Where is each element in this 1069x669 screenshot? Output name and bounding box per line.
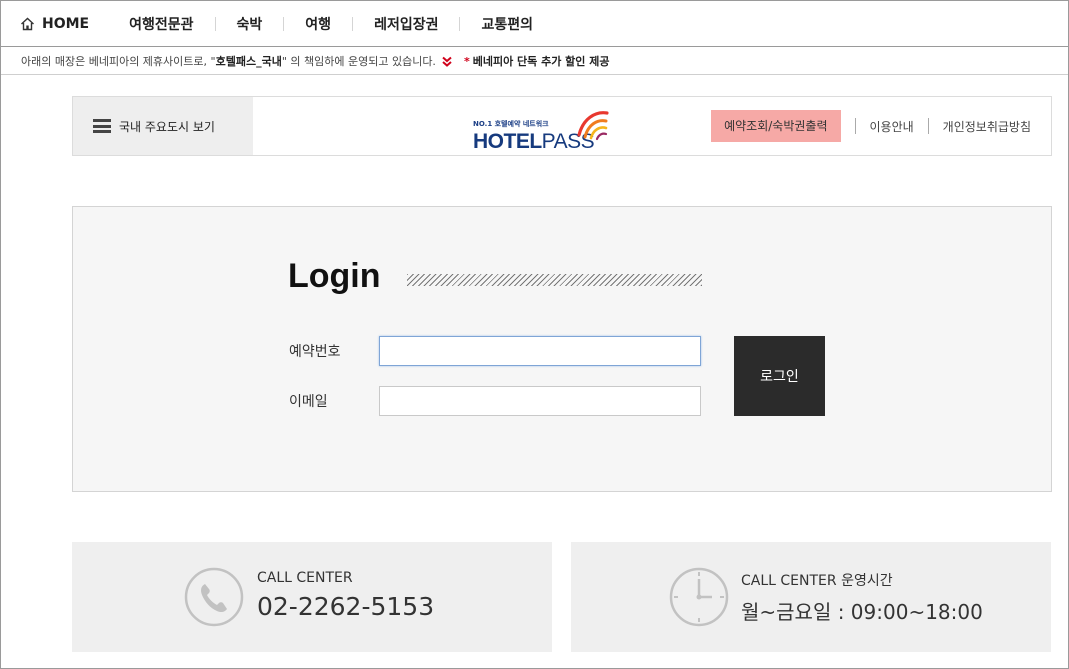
header-link-divider <box>854 118 856 134</box>
nav-divider <box>459 16 461 31</box>
promo-star: * <box>463 54 470 68</box>
nav-item-travel-hall[interactable]: 여행전문관 <box>129 14 193 34</box>
title-hatch-decoration <box>407 274 702 286</box>
header-link-divider <box>927 118 929 134</box>
login-panel: Login 예약번호 이메일 로그인 <box>72 206 1052 492</box>
reservation-number-label: 예약번호 <box>289 344 341 360</box>
top-navigation: HOME 여행전문관 숙박 여행 레저입장권 교통편의 <box>1 1 1068 47</box>
notice-site-name: 호텔패스_국내 <box>215 55 282 68</box>
hamburger-menu-icon <box>93 119 111 133</box>
double-chevron-down-icon[interactable] <box>442 56 452 67</box>
promo-text: 베네피아 단독 추가 할인 제공 <box>472 55 610 68</box>
nav-divider <box>283 16 285 31</box>
logo-swoosh-icon <box>577 111 609 141</box>
call-center-number: 02-2262-5153 <box>257 592 435 621</box>
partner-notice-bar: 아래의 매장은 베네피아의 제휴사이트로, " 호텔패스_국내 " 의 책임하에 운… <box>1 48 1068 75</box>
page-frame: HOME 여행전문관 숙박 여행 레저입장권 교통편의 아래의 매장은 베네피아… <box>0 0 1069 669</box>
email-label: 이메일 <box>289 394 328 410</box>
clock-icon <box>669 567 729 627</box>
nav-item-lodging[interactable]: 숙박 <box>237 14 263 34</box>
usage-guide-link[interactable]: 이용안내 <box>870 118 914 135</box>
privacy-policy-link[interactable]: 개인정보취급방침 <box>943 118 1031 135</box>
notice-suffix: " 의 책임하에 운영되고 있습니다. <box>281 55 436 68</box>
operating-hours-box: CALL CENTER 운영시간 월~금요일 : 09:00~18:00 <box>571 542 1051 652</box>
call-center-caption: CALL CENTER <box>257 570 353 586</box>
notice-prefix: 아래의 매장은 베네피아의 제휴사이트로, " <box>21 55 216 68</box>
nav-item-travel[interactable]: 여행 <box>305 14 331 34</box>
nav-divider <box>352 16 354 31</box>
home-icon <box>21 17 34 30</box>
reservation-lookup-link[interactable]: 예약조회/숙박권출력 <box>711 110 841 142</box>
logo-tagline: NO.1 호텔예약 네트워크 <box>473 120 549 128</box>
header-links: 예약조회/숙박권출력 이용안내 개인정보취급방침 <box>711 110 1031 142</box>
hotelpass-logo[interactable]: NO.1 호텔예약 네트워크 HOTELPASS <box>473 105 615 153</box>
phone-icon <box>184 567 244 627</box>
operating-hours-caption: CALL CENTER 운영시간 <box>741 573 893 589</box>
login-button[interactable]: 로그인 <box>734 336 825 416</box>
site-header: 국내 주요도시 보기 NO.1 호텔예약 네트워크 HOTELPASS 예약조회… <box>72 96 1052 156</box>
nav-item-transport[interactable]: 교통편의 <box>481 14 533 34</box>
operating-hours-value: 월~금요일 : 09:00~18:00 <box>741 600 983 624</box>
nav-divider <box>214 16 216 31</box>
nav-home-label: HOME <box>42 15 90 32</box>
city-menu-button[interactable]: 국내 주요도시 보기 <box>73 97 253 155</box>
nav-home-link[interactable]: HOME <box>20 16 89 32</box>
login-title: Login <box>288 257 381 295</box>
nav-item-leisure-tickets[interactable]: 레저입장권 <box>374 14 438 34</box>
logo-wordmark-bold: HOTEL <box>473 130 542 153</box>
city-menu-label: 국내 주요도시 보기 <box>119 119 215 134</box>
email-input[interactable] <box>379 386 701 416</box>
call-center-box: CALL CENTER 02-2262-5153 <box>72 542 552 652</box>
reservation-number-input[interactable] <box>379 336 701 366</box>
